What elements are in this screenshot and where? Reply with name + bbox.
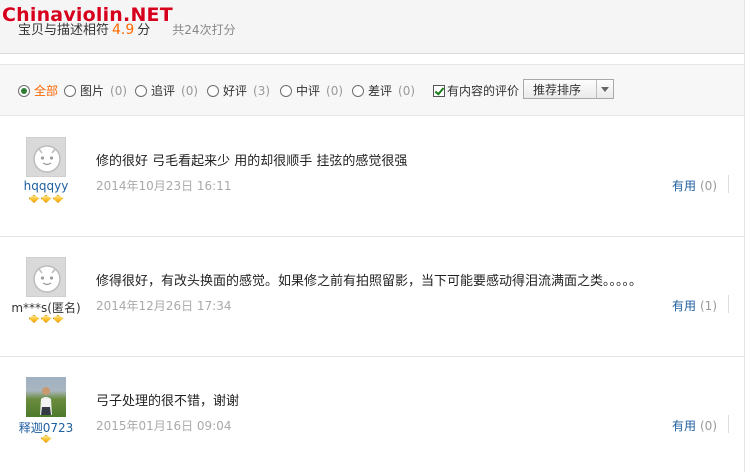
filter-label: 全部 xyxy=(34,84,59,98)
filter-label: 追评 xyxy=(151,84,176,98)
useful-button[interactable]: 有用 (1) xyxy=(672,297,717,314)
radio-icon[interactable] xyxy=(352,84,364,97)
useful-label[interactable]: 有用 xyxy=(672,419,696,433)
review-item: 释迦0723 弓子处理的很不错，谢谢 2015年01月16日 09:04 有用 (… xyxy=(0,357,745,472)
filter-count: (3) xyxy=(253,83,271,98)
filter-bar: 全部 图片 (0) 追评 (0) 好评 (3) 中评 (0) 差评 (0) 有内… xyxy=(0,64,745,116)
radio-icon[interactable] xyxy=(135,84,147,97)
diamond-icon xyxy=(52,195,64,203)
reviewer-level xyxy=(0,315,92,323)
filter-label: 好评 xyxy=(223,84,248,98)
reviewer-nickname[interactable]: 释迦0723 xyxy=(0,419,92,436)
review-date: 2015年01月16日 09:04 xyxy=(96,419,232,433)
default-avatar-icon xyxy=(33,145,61,173)
filter-count: (0) xyxy=(181,83,199,98)
filter-positive[interactable]: 好评 (3) xyxy=(207,82,270,99)
filter-label: 图片 xyxy=(80,84,105,98)
sort-selected: 推荐排序 xyxy=(533,82,582,97)
user-photo-icon xyxy=(40,387,52,415)
review-content: 修的很好 弓毛看起来少 用的却很顺手 挂弦的感觉很强 xyxy=(96,154,408,169)
filter-neutral[interactable]: 中评 (0) xyxy=(280,82,343,99)
useful-count: (0) xyxy=(700,419,717,433)
has-content-checkbox[interactable]: 有内容的评价 xyxy=(433,82,519,99)
filter-count: (0) xyxy=(110,83,128,98)
review-content: 弓子处理的很不错，谢谢 xyxy=(96,394,240,409)
useful-label[interactable]: 有用 xyxy=(672,299,696,313)
diamond-icon xyxy=(40,315,52,323)
checkbox-label: 有内容的评价 xyxy=(447,84,520,98)
radio-icon[interactable] xyxy=(64,84,76,97)
sort-select[interactable]: 推荐排序 xyxy=(523,79,614,99)
diamond-icon xyxy=(40,435,52,443)
avatar xyxy=(26,137,66,177)
reviewer-nickname: m***s(匿名) xyxy=(11,301,81,315)
review-content: 修得很好，有改头换面的感觉。如果修之前有拍照留影，当下可能要感动得泪流满面之类。… xyxy=(96,274,643,289)
radio-icon[interactable] xyxy=(18,84,30,97)
checkbox-icon[interactable] xyxy=(433,84,445,97)
default-avatar-icon xyxy=(33,265,61,293)
reviewer-level xyxy=(0,195,92,203)
filter-count: (0) xyxy=(398,83,416,98)
filter-followup[interactable]: 追评 (0) xyxy=(135,82,198,99)
useful-button[interactable]: 有用 (0) xyxy=(672,417,717,434)
avatar xyxy=(26,257,66,297)
watermark: Chinaviolin.NET xyxy=(2,4,173,26)
divider xyxy=(728,175,729,193)
filter-label: 中评 xyxy=(296,84,321,98)
review-item: m***s(匿名) 修得很好，有改头换面的感觉。如果修之前有拍照留影，当下可能要… xyxy=(0,237,745,357)
reviewer-nickname[interactable]: hqqqyy xyxy=(0,179,92,193)
radio-icon[interactable] xyxy=(280,84,292,97)
review-date: 2014年12月26日 17:34 xyxy=(96,299,232,313)
useful-count: (1) xyxy=(700,299,717,313)
review-date: 2014年10月23日 16:11 xyxy=(96,179,232,193)
filter-all[interactable]: 全部 xyxy=(18,82,58,99)
filter-label: 差评 xyxy=(368,84,393,98)
divider xyxy=(728,415,729,433)
avatar xyxy=(26,377,66,417)
useful-button[interactable]: 有用 (0) xyxy=(672,177,717,194)
summary-total: 共24次打分 xyxy=(172,23,236,37)
radio-icon[interactable] xyxy=(207,84,219,97)
diamond-icon xyxy=(28,315,40,323)
diamond-icon xyxy=(40,195,52,203)
diamond-icon xyxy=(52,315,64,323)
rating-summary: Chinaviolin.NET 宝贝与描述相符 4.9 分共24次打分 xyxy=(0,0,745,54)
divider xyxy=(728,295,729,313)
review-item: hqqqyy 修的很好 弓毛看起来少 用的却很顺手 挂弦的感觉很强 2014年1… xyxy=(0,117,745,237)
useful-label[interactable]: 有用 xyxy=(672,179,696,193)
diamond-icon xyxy=(28,195,40,203)
filter-pictures[interactable]: 图片 (0) xyxy=(64,82,127,99)
filter-count: (0) xyxy=(326,83,344,98)
useful-count: (0) xyxy=(700,179,717,193)
filter-negative[interactable]: 差评 (0) xyxy=(352,82,415,99)
chevron-down-icon[interactable] xyxy=(596,80,613,98)
reviewer-level xyxy=(0,435,92,443)
